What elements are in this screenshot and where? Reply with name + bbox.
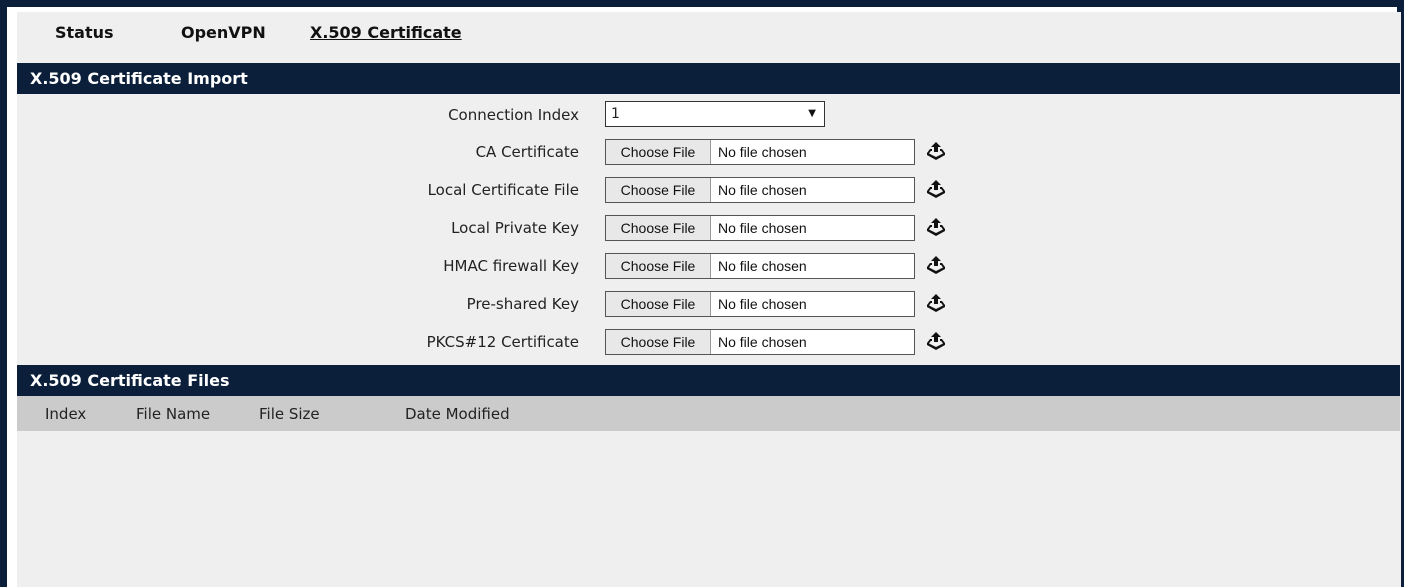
connection-index-label: Connection Index — [448, 106, 579, 124]
page-frame: Status OpenVPN X.509 Certificate X.509 C… — [7, 7, 1401, 587]
pre-shared-key-row: Pre-shared Key Choose File No file chose… — [17, 290, 1401, 320]
file-status: No file chosen — [718, 144, 807, 160]
upload-icon[interactable] — [925, 331, 947, 351]
file-status: No file chosen — [718, 334, 807, 350]
local-certificate-file-label: Local Certificate File — [427, 181, 579, 199]
upload-icon[interactable] — [925, 217, 947, 237]
connection-index-select[interactable]: 1 ▼ — [605, 101, 825, 127]
column-header-file-name[interactable]: File Name — [136, 405, 210, 423]
pre-shared-key-file-input[interactable]: Choose File No file chosen — [605, 291, 915, 317]
column-header-file-size[interactable]: File Size — [259, 405, 320, 423]
ca-certificate-row: CA Certificate Choose File No file chose… — [17, 138, 1401, 168]
hmac-firewall-key-row: HMAC firewall Key Choose File No file ch… — [17, 252, 1401, 282]
connection-index-row: Connection Index 1 ▼ — [17, 101, 1401, 131]
local-certificate-file-row: Local Certificate File Choose File No fi… — [17, 176, 1401, 206]
tab-status[interactable]: Status — [55, 23, 114, 42]
hmac-firewall-key-file-input[interactable]: Choose File No file chosen — [605, 253, 915, 279]
pkcs12-certificate-row: PKCS#12 Certificate Choose File No file … — [17, 328, 1401, 358]
column-header-index[interactable]: Index — [45, 405, 86, 423]
local-certificate-file-input[interactable]: Choose File No file chosen — [605, 177, 915, 203]
files-table-header: Index File Name File Size Date Modified — [17, 396, 1400, 431]
import-section-header: X.509 Certificate Import — [17, 63, 1400, 94]
tab-x509-certificate[interactable]: X.509 Certificate — [310, 23, 462, 42]
choose-file-button[interactable]: Choose File — [606, 140, 711, 164]
local-private-key-row: Local Private Key Choose File No file ch… — [17, 214, 1401, 244]
connection-index-value: 1 — [611, 106, 620, 122]
pkcs12-certificate-label: PKCS#12 Certificate — [426, 333, 579, 351]
files-section-header: X.509 Certificate Files — [17, 365, 1400, 396]
pkcs12-certificate-file-input[interactable]: Choose File No file chosen — [605, 329, 915, 355]
local-private-key-label: Local Private Key — [451, 219, 579, 237]
choose-file-button[interactable]: Choose File — [606, 254, 711, 278]
tab-bar: Status OpenVPN X.509 Certificate — [17, 12, 1401, 52]
upload-icon[interactable] — [925, 293, 947, 313]
column-header-date-modified[interactable]: Date Modified — [405, 405, 510, 423]
chevron-down-icon: ▼ — [808, 108, 816, 119]
hmac-firewall-key-label: HMAC firewall Key — [443, 257, 579, 275]
ca-certificate-file-input[interactable]: Choose File No file chosen — [605, 139, 915, 165]
ca-certificate-label: CA Certificate — [475, 143, 579, 161]
file-status: No file chosen — [718, 220, 807, 236]
upload-icon[interactable] — [925, 179, 947, 199]
choose-file-button[interactable]: Choose File — [606, 292, 711, 316]
choose-file-button[interactable]: Choose File — [606, 216, 711, 240]
choose-file-button[interactable]: Choose File — [606, 330, 711, 354]
content-panel: Status OpenVPN X.509 Certificate X.509 C… — [17, 12, 1401, 587]
file-status: No file chosen — [718, 258, 807, 274]
upload-icon[interactable] — [925, 255, 947, 275]
pre-shared-key-label: Pre-shared Key — [466, 295, 579, 313]
tab-openvpn[interactable]: OpenVPN — [181, 23, 266, 42]
choose-file-button[interactable]: Choose File — [606, 178, 711, 202]
upload-icon[interactable] — [925, 141, 947, 161]
file-status: No file chosen — [718, 182, 807, 198]
file-status: No file chosen — [718, 296, 807, 312]
local-private-key-file-input[interactable]: Choose File No file chosen — [605, 215, 915, 241]
